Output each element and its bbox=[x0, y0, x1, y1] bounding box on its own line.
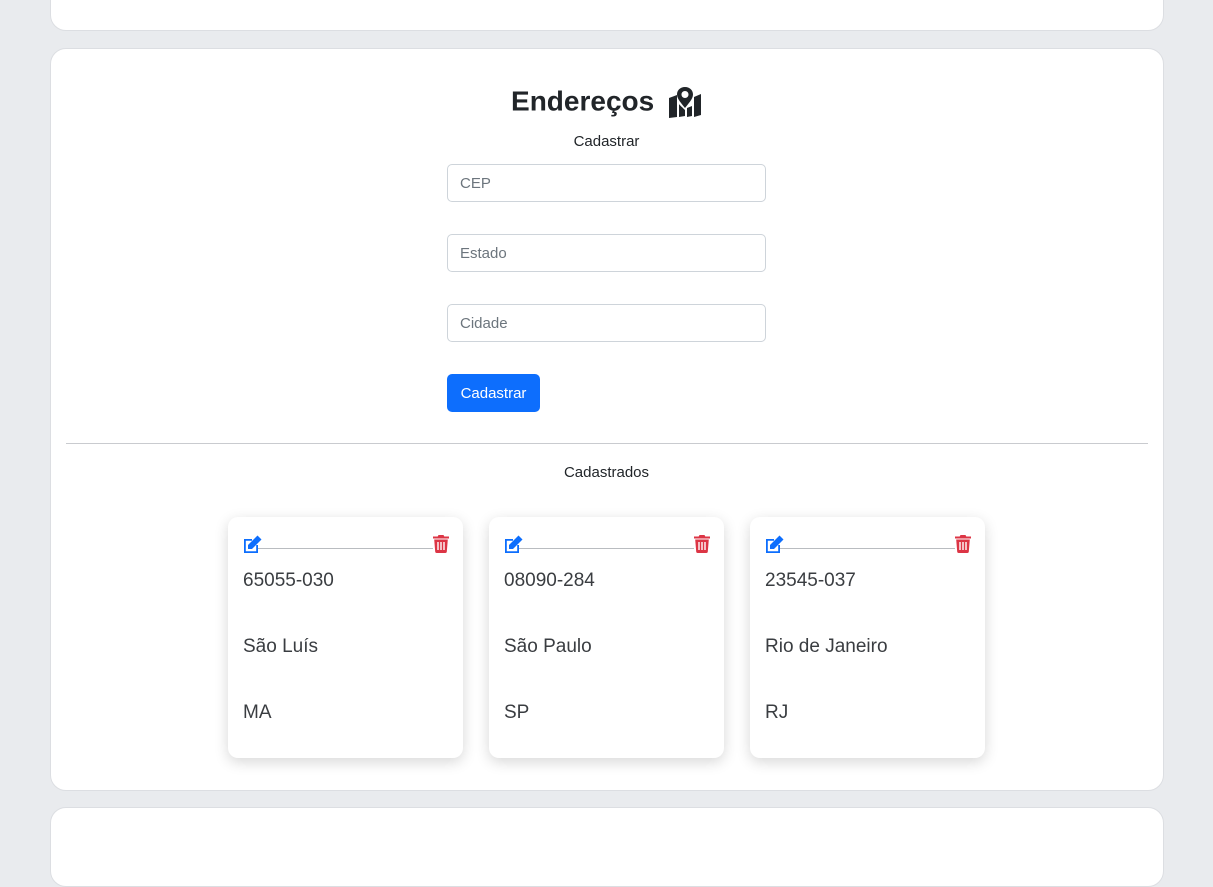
address-cep: 65055-030 bbox=[243, 570, 334, 591]
card-divider bbox=[258, 548, 433, 549]
section-divider bbox=[66, 443, 1148, 444]
trash-icon[interactable] bbox=[694, 535, 710, 553]
trash-icon[interactable] bbox=[433, 535, 449, 553]
page-title-text: Endereços bbox=[511, 85, 655, 117]
card-divider bbox=[780, 548, 955, 549]
edit-icon[interactable] bbox=[764, 535, 784, 553]
cadastrar-button[interactable]: Cadastrar bbox=[447, 374, 540, 412]
card-divider bbox=[519, 548, 694, 549]
address-cidade: Rio de Janeiro bbox=[765, 636, 888, 657]
address-estado: SP bbox=[504, 702, 530, 723]
address-card: 65055-030 São Luís MA bbox=[228, 517, 463, 758]
address-cidade: São Paulo bbox=[504, 636, 592, 657]
address-cidade: São Luís bbox=[243, 636, 318, 657]
cidade-input[interactable] bbox=[447, 304, 766, 342]
address-estado: RJ bbox=[765, 702, 789, 723]
address-card: 08090-284 São Paulo SP bbox=[489, 517, 724, 758]
cep-input[interactable] bbox=[447, 164, 766, 202]
address-cep: 23545-037 bbox=[765, 570, 856, 591]
edit-icon[interactable] bbox=[503, 535, 523, 553]
form-heading: Cadastrar bbox=[573, 133, 640, 150]
address-cep: 08090-284 bbox=[504, 570, 595, 591]
previous-section-panel bbox=[50, 0, 1164, 31]
page-title: Endereços bbox=[0, 80, 1213, 120]
trash-icon[interactable] bbox=[955, 535, 971, 553]
estado-input[interactable] bbox=[447, 234, 766, 272]
map-location-icon bbox=[668, 86, 701, 118]
address-estado: MA bbox=[243, 702, 272, 723]
list-heading: Cadastrados bbox=[563, 464, 650, 481]
next-section-panel bbox=[50, 807, 1164, 887]
edit-icon[interactable] bbox=[242, 535, 262, 553]
address-card: 23545-037 Rio de Janeiro RJ bbox=[750, 517, 985, 758]
